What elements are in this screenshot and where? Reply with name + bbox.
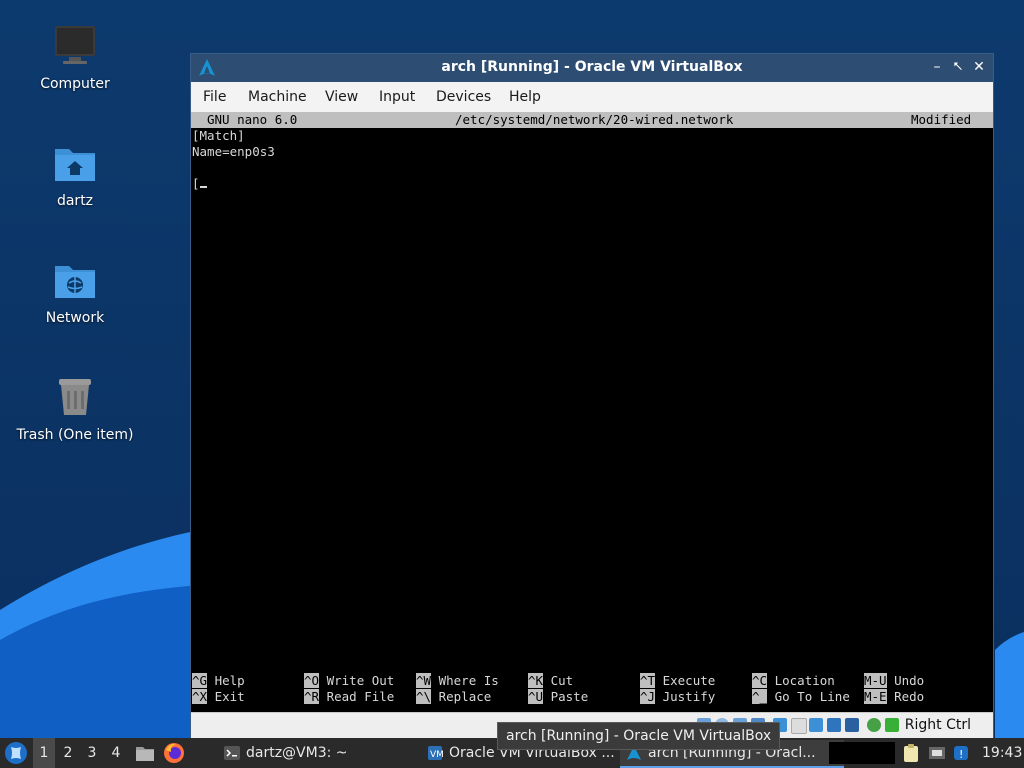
nano-status: Modified <box>911 112 972 127</box>
svg-text:VM: VM <box>430 750 443 760</box>
cpu-activity-icon[interactable] <box>867 718 881 732</box>
svg-text:!: ! <box>959 748 963 761</box>
firefox-icon[interactable] <box>163 742 185 764</box>
menu-file[interactable]: File <box>203 89 226 105</box>
shortcut-where-is: ^W Where Is <box>416 673 499 688</box>
display-icon[interactable] <box>809 718 823 732</box>
desktop-icon-network[interactable]: Network <box>10 256 140 326</box>
editor-line: Name=enp0s3 <box>192 144 275 159</box>
start-menu-icon[interactable] <box>4 741 28 765</box>
shortcut-read-file: ^R Read File <box>304 689 395 704</box>
shared-folders-icon[interactable] <box>791 718 807 734</box>
shortcut-paste: ^U Paste <box>528 689 589 704</box>
trash-icon <box>59 379 91 415</box>
desktop-icon-home[interactable]: dartz <box>10 139 140 209</box>
shortcut-justify: ^J Justify <box>640 689 716 704</box>
file-manager-icon[interactable] <box>134 742 156 764</box>
desktop-icon-computer[interactable]: Computer <box>10 22 140 92</box>
desktop-icon-label: Computer <box>40 76 110 92</box>
task-terminal[interactable]: dartz@VM3: ~ <box>218 740 446 766</box>
host-key-label[interactable]: Right Ctrl <box>905 717 971 733</box>
editor-line: [Match] <box>192 128 245 143</box>
terminal-icon <box>224 746 240 760</box>
home-folder-icon <box>55 149 95 181</box>
editor-line-current[interactable]: [ <box>192 176 207 192</box>
text-cursor <box>199 176 207 188</box>
shortcut-redo: M-E Redo <box>864 689 925 704</box>
shortcut-go-to-line: ^_ Go To Line <box>752 689 850 704</box>
network-folder-icon <box>55 266 95 298</box>
shortcut-help: ^G Help <box>192 673 245 688</box>
workspace-2[interactable]: 2 <box>57 738 79 768</box>
menu-devices[interactable]: Devices <box>436 89 491 105</box>
computer-icon <box>55 26 95 64</box>
shortcut-exit: ^X Exit <box>192 689 245 704</box>
shortcut-execute: ^T Execute <box>640 673 716 688</box>
workspace-4[interactable]: 4 <box>105 738 127 768</box>
vm-screen[interactable]: GNU nano 6.0 /etc/systemd/network/20-wir… <box>191 112 993 712</box>
close-button[interactable]: ✕ <box>969 57 989 77</box>
shortcut-undo: M-U Undo <box>864 673 925 688</box>
notification-icon[interactable]: ! <box>952 744 970 762</box>
menu-help[interactable]: Help <box>509 89 541 105</box>
desktop-icon-trash[interactable]: Trash (One item) <box>10 373 140 443</box>
task-label: dartz@VM3: ~ <box>246 745 348 761</box>
nano-header: GNU nano 6.0 /etc/systemd/network/20-wir… <box>191 112 993 128</box>
nano-filename: /etc/systemd/network/20-wired.network <box>455 112 734 127</box>
desktop-icon-label: Network <box>45 310 105 326</box>
desktop-icon-label: dartz <box>56 193 94 209</box>
menu-view[interactable]: View <box>325 89 358 105</box>
window-titlebar[interactable]: arch [Running] - Oracle VM VirtualBox – … <box>191 54 993 82</box>
clock[interactable]: 19:43 <box>982 738 1022 768</box>
desktop-icon-label: Trash (One item) <box>16 427 134 443</box>
clipboard-icon[interactable] <box>902 743 920 763</box>
mouse-integration-icon[interactable] <box>885 718 899 732</box>
editor-line-text: [ <box>192 176 200 191</box>
minimize-button[interactable]: – <box>927 57 947 77</box>
shortcut-replace: ^\ Replace <box>416 689 492 704</box>
workspace-1[interactable]: 1 <box>33 738 55 768</box>
menubar: File Machine View Input Devices Help <box>191 82 993 113</box>
tooltip: arch [Running] - Oracle VM VirtualBox <box>497 722 781 750</box>
network-status-icon[interactable] <box>928 744 946 762</box>
workspace-3[interactable]: 3 <box>81 738 103 768</box>
window-title: arch [Running] - Oracle VM VirtualBox <box>441 59 743 75</box>
maximize-button[interactable]: ⭦ <box>948 57 968 77</box>
nano-version: GNU nano 6.0 <box>207 112 298 127</box>
shortcut-location: ^C Location <box>752 673 835 688</box>
system-monitor[interactable] <box>829 742 895 764</box>
virtualbox-window[interactable]: arch [Running] - Oracle VM VirtualBox – … <box>190 53 994 738</box>
shortcut-cut: ^K Cut <box>528 673 574 688</box>
menu-machine[interactable]: Machine <box>248 89 307 105</box>
menu-input[interactable]: Input <box>379 89 415 105</box>
usb-icon[interactable] <box>845 718 859 732</box>
video-capture-icon[interactable] <box>827 718 841 732</box>
virtualbox-icon: VM <box>428 746 443 760</box>
shortcut-write-out: ^O Write Out <box>304 673 395 688</box>
